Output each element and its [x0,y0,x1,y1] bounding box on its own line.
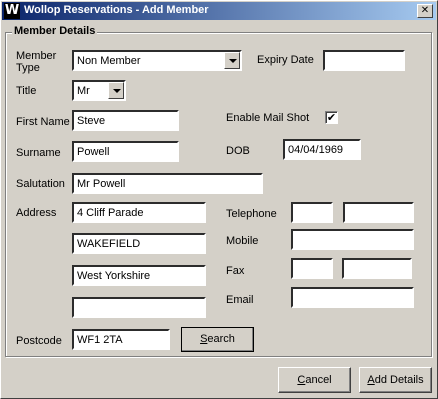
dob-label: DOB [226,145,250,157]
title-label: Title [16,85,37,97]
dob-field[interactable]: 04/04/1969 [283,139,361,160]
expiry-date-label: Expiry Date [257,54,314,66]
chevron-down-icon[interactable] [108,82,124,99]
chevron-down-icon[interactable] [224,52,240,69]
telephone-number-field[interactable] [343,202,414,223]
cancel-button[interactable]: Cancel [278,367,351,393]
title-value: Mr [77,85,90,97]
search-button-label: earch [207,333,235,345]
add-details-button-accel: A [367,374,375,386]
fax-number-field[interactable] [342,258,412,279]
close-icon[interactable]: ✕ [417,4,433,18]
address-line1-field[interactable]: 4 Cliff Parade [72,202,206,223]
address-line4-field[interactable] [72,297,206,318]
address-label: Address [16,207,57,219]
postcode-field[interactable]: WF1 2TA [72,329,170,350]
surname-field[interactable]: Powell [72,141,179,162]
address-line2-field[interactable]: WAKEFIELD [72,233,206,254]
email-label: Email [226,294,254,306]
expiry-date-field[interactable] [323,50,405,71]
enable-mail-shot-checkbox[interactable]: ✔ [325,111,338,124]
telephone-label: Telephone [226,208,277,220]
member-type-label-line2: Type [16,62,40,74]
address-line3-field[interactable]: West Yorkshire [72,265,206,286]
fax-code-field[interactable] [291,258,333,279]
title-bar[interactable]: W Wollop Reservations - Add Member ✕ [2,2,436,20]
add-details-button-label: dd Details [374,374,424,386]
member-details-legend: Member Details [12,25,98,37]
first-name-field[interactable]: Steve [72,110,179,131]
surname-label: Surname [16,147,61,159]
search-button[interactable]: Search [181,327,254,352]
salutation-label: Salutation [16,178,65,190]
member-details-group [5,32,432,357]
title-select[interactable]: Mr [72,80,126,101]
mobile-field[interactable] [291,229,414,250]
member-type-label-line1: Member [16,50,57,62]
salutation-field[interactable]: Mr Powell [72,173,263,194]
mobile-label: Mobile [226,235,259,247]
enable-mail-shot-label: Enable Mail Shot [226,112,310,124]
member-type-label: Member Type [16,50,56,74]
postcode-label: Postcode [16,335,62,347]
app-logo-icon: W [4,3,20,19]
member-type-value: Non Member [77,55,141,67]
window-title: Wollop Reservations - Add Member [24,4,209,16]
cancel-button-label: ancel [305,374,332,386]
telephone-code-field[interactable] [291,202,333,223]
first-name-label: First Name [16,116,70,128]
add-details-button[interactable]: Add Details [359,367,432,393]
email-field[interactable] [291,287,414,308]
fax-label: Fax [226,265,245,277]
member-type-select[interactable]: Non Member [72,50,242,71]
